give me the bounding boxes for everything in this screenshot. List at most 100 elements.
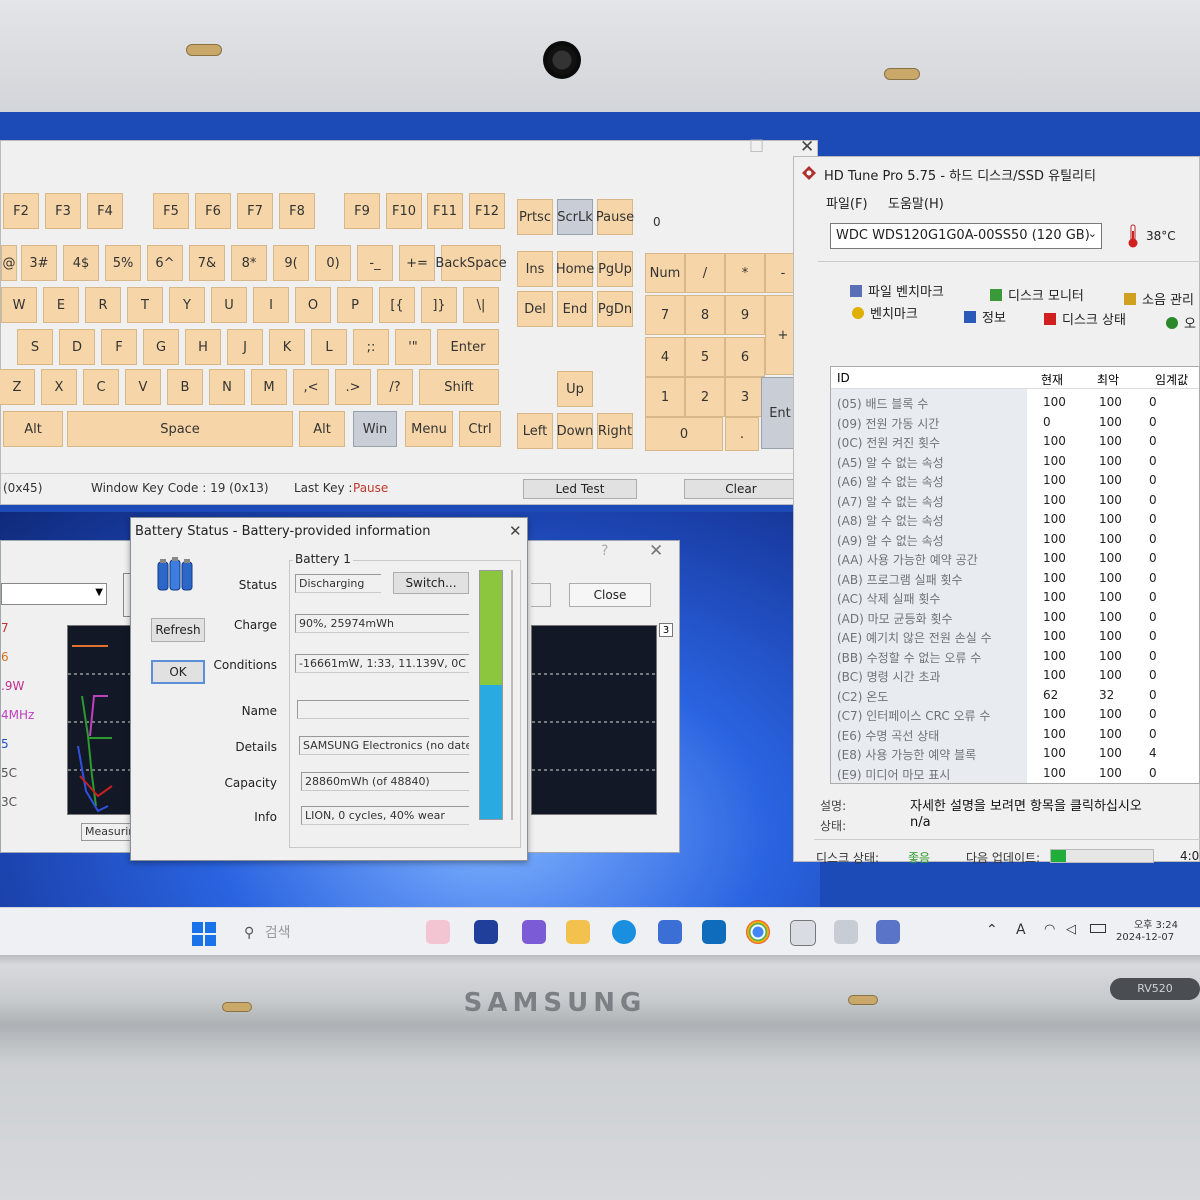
- key-2-qwerty[interactable]: R: [85, 287, 121, 323]
- key-bottom-alt[interactable]: Alt: [3, 411, 63, 447]
- key-up[interactable]: Up: [557, 371, 593, 407]
- table-row[interactable]: (AB) 프로그램 실패 횟수 100 100 0: [831, 569, 1199, 589]
- key-f8[interactable]: F8: [279, 193, 315, 229]
- key-7-home[interactable]: L: [311, 329, 347, 365]
- key-8-home[interactable]: ;:: [353, 329, 389, 365]
- key-bottom-space[interactable]: Space: [67, 411, 293, 447]
- key-2-partial[interactable]: @: [1, 245, 17, 281]
- tab-disk-health[interactable]: 디스크 상태: [1044, 309, 1126, 328]
- close-icon[interactable]: ✕: [800, 137, 814, 157]
- key-9-qwerty[interactable]: [{: [379, 287, 415, 323]
- table-row[interactable]: (C7) 인터페이스 CRC 오류 수 100 100 0: [831, 705, 1199, 725]
- table-row[interactable]: (09) 전원 가동 시간 0 100 0: [831, 413, 1199, 433]
- key-ins[interactable]: Ins: [517, 251, 553, 287]
- key-f4[interactable]: F4: [87, 193, 123, 229]
- key-bottom-alt[interactable]: Alt: [299, 411, 345, 447]
- table-row[interactable]: (AD) 마모 균등화 횟수 100 100 0: [831, 608, 1199, 628]
- table-row[interactable]: (E8) 사용 가능한 예약 블록 100 100 4: [831, 744, 1199, 764]
- menu-file[interactable]: 파일(F): [826, 193, 868, 212]
- key-10-qwerty[interactable]: ]}: [421, 287, 457, 323]
- table-row[interactable]: (BB) 수정할 수 없는 오류 수 100 100 0: [831, 647, 1199, 667]
- bg-close-icon[interactable]: ✕: [649, 541, 663, 561]
- battery-close-icon[interactable]: ✕: [509, 522, 522, 540]
- file-explorer-icon[interactable]: [566, 920, 590, 944]
- wifi-icon[interactable]: ◠: [1044, 922, 1055, 937]
- tab-info[interactable]: 정보: [964, 307, 1006, 326]
- help-icon[interactable]: ?: [601, 543, 608, 559]
- tab-noise[interactable]: 소음 관리: [1124, 289, 1194, 308]
- tab-file-benchmark[interactable]: 파일 벤치마크: [850, 281, 944, 300]
- key-2-home[interactable]: F: [101, 329, 137, 365]
- key-bottom-menu[interactable]: Menu: [405, 411, 453, 447]
- copilot-icon[interactable]: [522, 920, 546, 944]
- key-f6[interactable]: F6: [195, 193, 231, 229]
- key-f9[interactable]: F9: [344, 193, 380, 229]
- key-divide[interactable]: /: [685, 253, 725, 293]
- start-icon[interactable]: [192, 922, 216, 946]
- table-row[interactable]: (A6) 알 수 없는 속성 100 100 0: [831, 471, 1199, 491]
- table-row[interactable]: (C2) 온도 62 32 0: [831, 686, 1199, 706]
- key-6-home[interactable]: K: [269, 329, 305, 365]
- key-11-qwerty[interactable]: \|: [463, 287, 499, 323]
- col-current[interactable]: 현재: [1041, 371, 1063, 388]
- key-4-shift[interactable]: B: [167, 369, 203, 405]
- col-threshold[interactable]: 임계값: [1155, 371, 1188, 388]
- key-np5[interactable]: 5: [685, 337, 725, 377]
- key-np3[interactable]: 3: [725, 377, 765, 417]
- key-5-qwerty[interactable]: U: [211, 287, 247, 323]
- language-icon[interactable]: A: [1016, 922, 1026, 938]
- bg-dropdown[interactable]: ▼: [1, 583, 107, 605]
- key-1-shift[interactable]: X: [41, 369, 77, 405]
- switch-button[interactable]: Switch...: [393, 572, 469, 594]
- key-left[interactable]: Left: [517, 413, 553, 449]
- key-num-7[interactable]: 0): [315, 245, 351, 281]
- battery-tray-icon[interactable]: [1090, 924, 1106, 933]
- key-prtsc[interactable]: Prtsc: [517, 199, 553, 235]
- key-1-qwerty[interactable]: E: [43, 287, 79, 323]
- led-test-button[interactable]: Led Test: [523, 479, 637, 499]
- key-pause[interactable]: Pause: [596, 199, 634, 235]
- key-f11[interactable]: F11: [427, 193, 463, 229]
- key-pgup[interactable]: PgUp: [597, 251, 633, 287]
- chrome-icon[interactable]: [746, 920, 770, 944]
- volume-icon[interactable]: ◁: [1066, 922, 1076, 937]
- key-3-shift[interactable]: V: [125, 369, 161, 405]
- tab-more[interactable]: 오: [1166, 313, 1196, 332]
- key-f12[interactable]: F12: [469, 193, 505, 229]
- table-row[interactable]: (A7) 알 수 없는 속성 100 100 0: [831, 491, 1199, 511]
- key-backspace[interactable]: BackSpace: [435, 245, 507, 281]
- key-f2[interactable]: F2: [3, 193, 39, 229]
- key-5-home[interactable]: J: [227, 329, 263, 365]
- key-7-qwerty[interactable]: O: [295, 287, 331, 323]
- table-row[interactable]: (E6) 수명 곡선 상태 100 100 0: [831, 725, 1199, 745]
- table-row[interactable]: (BC) 명령 시간 초과 100 100 0: [831, 666, 1199, 686]
- table-row[interactable]: (A9) 알 수 없는 속성 100 100 0: [831, 530, 1199, 550]
- key-2-shift[interactable]: C: [83, 369, 119, 405]
- key-num-9[interactable]: +=: [399, 245, 435, 281]
- key-1-home[interactable]: D: [59, 329, 95, 365]
- clock-time[interactable]: 오후 3:24: [1128, 916, 1178, 931]
- table-row[interactable]: (0C) 전원 켜진 횟수 100 100 0: [831, 432, 1199, 452]
- table-row[interactable]: (A5) 알 수 없는 속성 100 100 0: [831, 452, 1199, 472]
- key-scrlk[interactable]: ScrLk: [557, 199, 593, 235]
- key-8-qwerty[interactable]: P: [337, 287, 373, 323]
- key-0-qwerty[interactable]: W: [1, 287, 37, 323]
- drive-select[interactable]: WDC WDS120G1G0A-00SS50 (120 GB) ⌄: [830, 223, 1102, 249]
- table-row[interactable]: (A8) 알 수 없는 속성 100 100 0: [831, 510, 1199, 530]
- key-shift[interactable]: Shift: [419, 369, 499, 405]
- key-del[interactable]: Del: [517, 291, 553, 327]
- key-5-shift[interactable]: N: [209, 369, 245, 405]
- table-row[interactable]: (E9) 미디어 마모 표시 100 100 0: [831, 764, 1199, 784]
- maximize-icon[interactable]: ☐: [749, 137, 764, 157]
- bg-button-partial[interactable]: [531, 583, 551, 607]
- key-pgdn[interactable]: PgDn: [597, 291, 633, 327]
- key-np9[interactable]: 9: [725, 295, 765, 335]
- key-0-home[interactable]: S: [17, 329, 53, 365]
- key-numlock[interactable]: Num: [645, 253, 685, 293]
- key-f3[interactable]: F3: [45, 193, 81, 229]
- table-row[interactable]: (AE) 예기치 않은 전원 손실 수 100 100 0: [831, 627, 1199, 647]
- table-row[interactable]: (AC) 삭제 실패 횟수 100 100 0: [831, 588, 1199, 608]
- key-0-shift[interactable]: Z: [0, 369, 35, 405]
- key-np6[interactable]: 6: [725, 337, 765, 377]
- key-multiply[interactable]: *: [725, 253, 765, 293]
